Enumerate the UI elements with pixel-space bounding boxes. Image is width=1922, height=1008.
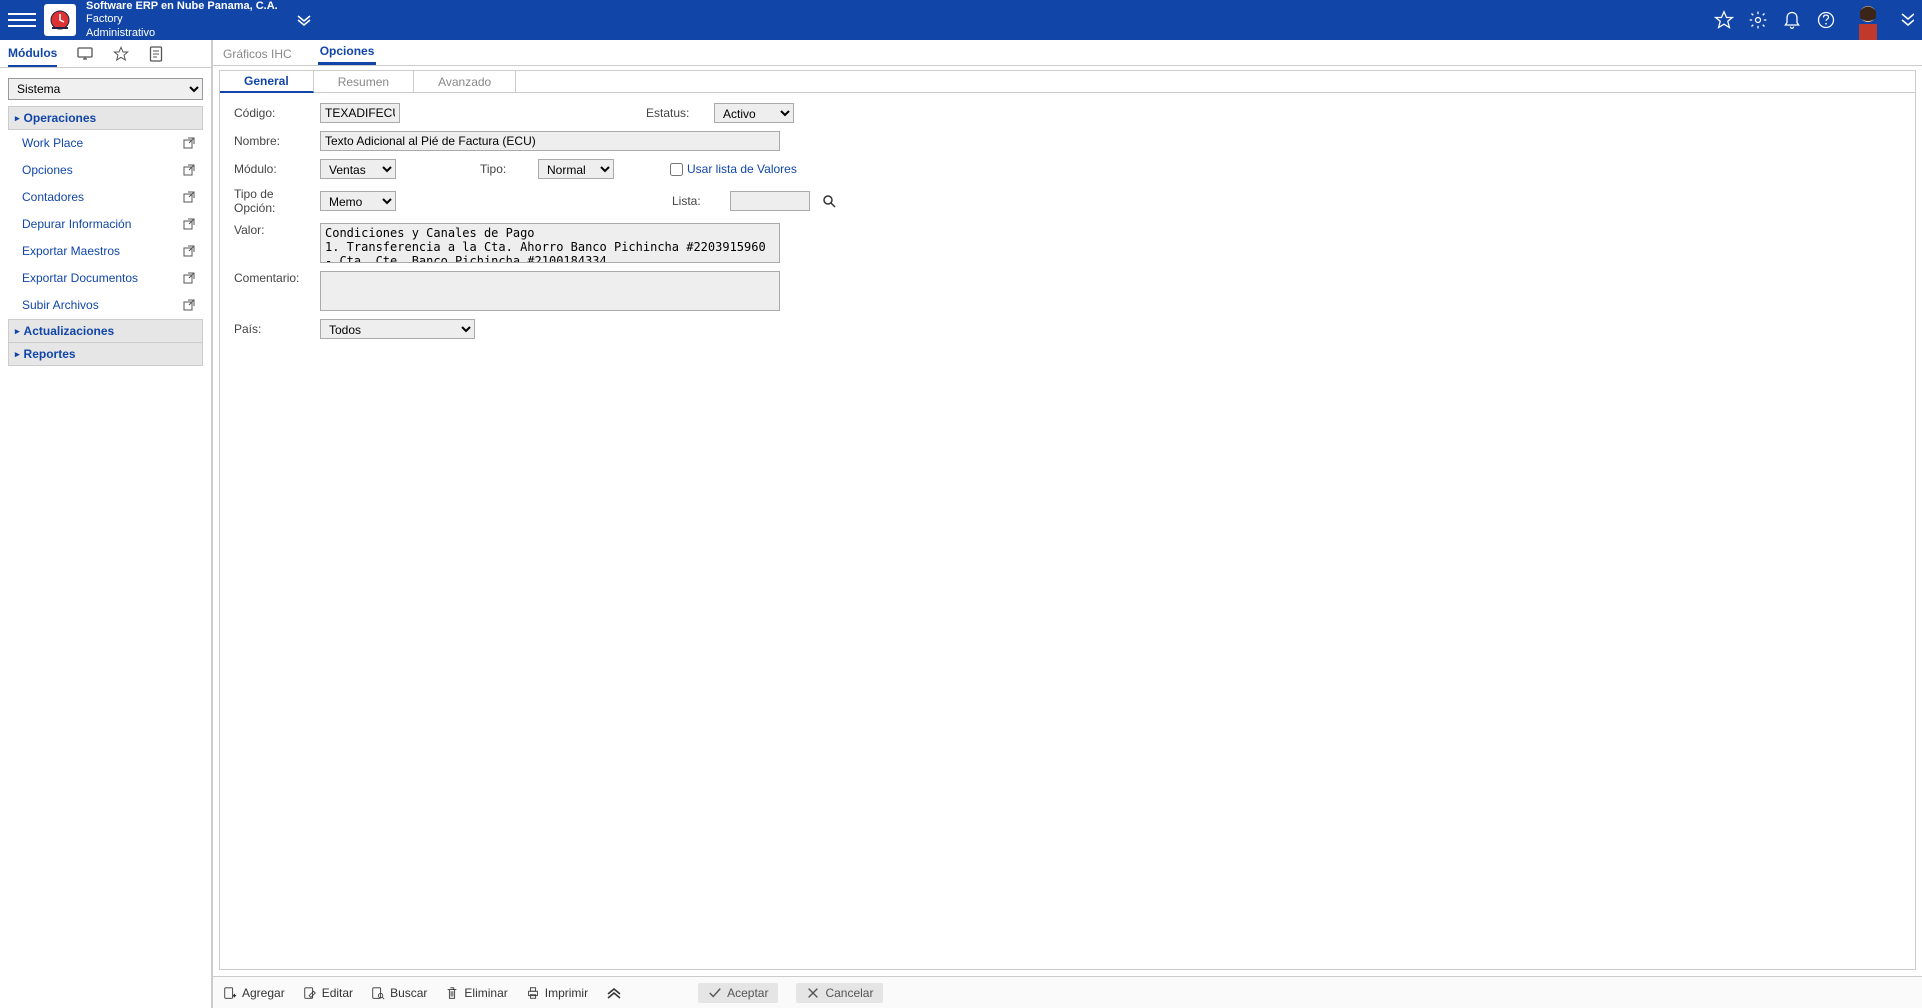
sidebar-item-subir-archivos[interactable]: Subir Archivos [8, 292, 203, 319]
main-area: Gráficos IHC Opciones General Resumen Av… [212, 40, 1922, 1008]
sidebar: Módulos Sistema ▸ Operaciones Work Place [0, 40, 212, 1008]
sidebar-item-label: Opciones [22, 163, 73, 177]
section-reportes[interactable]: ▸ Reportes [8, 343, 203, 366]
topbar: Software ERP en Nube Panama, C.A. Factor… [0, 0, 1922, 40]
section-operaciones[interactable]: ▸ Operaciones [8, 106, 203, 130]
sidebar-item-opciones[interactable]: Opciones [8, 157, 203, 184]
app-logo [44, 4, 76, 36]
sidebar-item-label: Work Place [22, 136, 83, 150]
imprimir-button[interactable]: Imprimir [526, 986, 588, 1000]
help-icon[interactable] [1816, 10, 1836, 30]
sidebar-item-label: Subir Archivos [22, 298, 99, 312]
valor-label: Valor: [234, 223, 312, 237]
footer-toolbar: Agregar Editar Buscar Eliminar Imprimir [213, 976, 1922, 1008]
main-tabs: Gráficos IHC Opciones [213, 40, 1922, 66]
usar-lista-checkbox[interactable] [670, 163, 683, 176]
agregar-label: Agregar [242, 986, 285, 1000]
menu-hamburger-icon[interactable] [8, 6, 36, 34]
lista-field[interactable] [730, 191, 810, 211]
section-actualizaciones-label: Actualizaciones [24, 324, 115, 338]
sidebar-item-label: Exportar Documentos [22, 271, 138, 285]
subtab-general[interactable]: General [220, 71, 314, 93]
valor-textarea[interactable] [320, 223, 780, 263]
agregar-button[interactable]: Agregar [223, 986, 285, 1000]
title-dropdown-icon[interactable] [296, 12, 312, 28]
estatus-label: Estatus: [646, 106, 706, 120]
external-link-icon [183, 137, 195, 149]
external-link-icon [183, 191, 195, 203]
caret-right-icon: ▸ [15, 113, 20, 124]
eliminar-button[interactable]: Eliminar [445, 986, 507, 1000]
sidebar-item-exportar-maestros[interactable]: Exportar Maestros [8, 238, 203, 265]
sidebar-item-label: Contadores [22, 190, 84, 204]
comentario-textarea[interactable] [320, 271, 780, 311]
pais-select[interactable]: Todos [320, 319, 475, 339]
nombre-label: Nombre: [234, 134, 312, 148]
section-operaciones-label: Operaciones [24, 111, 97, 125]
form-area: Código: Estatus: Activo Nombre: Módulo: … [219, 93, 1916, 970]
tipo-opcion-label: Tipo de Opción: [234, 187, 312, 215]
sidebar-item-workplace[interactable]: Work Place [8, 130, 203, 157]
sub-tabs: General Resumen Avanzado [220, 71, 1915, 93]
modulo-select[interactable]: Ventas [320, 159, 396, 179]
sidebar-item-depurar[interactable]: Depurar Información [8, 211, 203, 238]
editar-label: Editar [322, 986, 353, 1000]
pais-label: País: [234, 322, 312, 336]
subtab-avanzado[interactable]: Avanzado [414, 71, 516, 92]
external-link-icon [183, 272, 195, 284]
caret-right-icon: ▸ [15, 326, 20, 337]
aceptar-label: Aceptar [727, 986, 768, 1000]
imprimir-label: Imprimir [545, 986, 588, 1000]
sidebar-item-contadores[interactable]: Contadores [8, 184, 203, 211]
tipo-select[interactable]: Normal [538, 159, 614, 179]
company-name: Software ERP en Nube Panama, C.A. [86, 0, 278, 13]
monitor-icon[interactable] [77, 47, 93, 61]
section-reportes-label: Reportes [24, 347, 76, 361]
avatar[interactable] [1850, 0, 1886, 40]
gear-icon[interactable] [1748, 10, 1768, 30]
sidebar-item-exportar-documentos[interactable]: Exportar Documentos [8, 265, 203, 292]
star-icon[interactable] [1714, 10, 1734, 30]
external-link-icon [183, 299, 195, 311]
caret-right-icon: ▸ [15, 349, 20, 360]
cancelar-label: Cancelar [825, 986, 873, 1000]
aceptar-button[interactable]: Aceptar [698, 983, 778, 1003]
tipo-label: Tipo: [480, 162, 530, 176]
tab-graficos-ihc[interactable]: Gráficos IHC [221, 43, 294, 65]
codigo-label: Código: [234, 106, 312, 120]
usar-lista-checkbox-wrap: Usar lista de Valores [670, 162, 797, 176]
modulo-label: Módulo: [234, 162, 312, 176]
buscar-label: Buscar [390, 986, 427, 1000]
section-actualizaciones[interactable]: ▸ Actualizaciones [8, 319, 203, 343]
collapse-right-icon[interactable] [1900, 10, 1914, 30]
title-block: Software ERP en Nube Panama, C.A. Factor… [86, 0, 278, 40]
app-name: Factory [86, 13, 278, 26]
external-link-icon [183, 218, 195, 230]
bell-icon[interactable] [1782, 10, 1802, 30]
eliminar-label: Eliminar [464, 986, 507, 1000]
lista-search-icon[interactable] [820, 192, 838, 210]
cancelar-button[interactable]: Cancelar [796, 983, 883, 1003]
sidebar-tab-modulos[interactable]: Módulos [8, 40, 57, 67]
sidebar-item-label: Exportar Maestros [22, 244, 120, 258]
external-link-icon [183, 245, 195, 257]
codigo-field[interactable] [320, 103, 400, 123]
sidebar-item-label: Depurar Información [22, 217, 131, 231]
chevron-up-icon[interactable] [606, 986, 622, 1000]
document-icon[interactable] [149, 46, 163, 62]
usar-lista-label: Usar lista de Valores [687, 162, 797, 176]
system-select[interactable]: Sistema [8, 78, 203, 100]
tipo-opcion-select[interactable]: Memo [320, 191, 396, 211]
subtab-resumen[interactable]: Resumen [314, 71, 414, 92]
star-outline-icon[interactable] [113, 46, 129, 62]
lista-label: Lista: [672, 194, 722, 208]
editar-button[interactable]: Editar [303, 986, 353, 1000]
comentario-label: Comentario: [234, 271, 312, 285]
tab-opciones[interactable]: Opciones [318, 40, 377, 65]
external-link-icon [183, 164, 195, 176]
estatus-select[interactable]: Activo [714, 103, 794, 123]
nombre-field[interactable] [320, 131, 780, 151]
buscar-button[interactable]: Buscar [371, 986, 427, 1000]
module-name: Administrativo [86, 27, 278, 40]
